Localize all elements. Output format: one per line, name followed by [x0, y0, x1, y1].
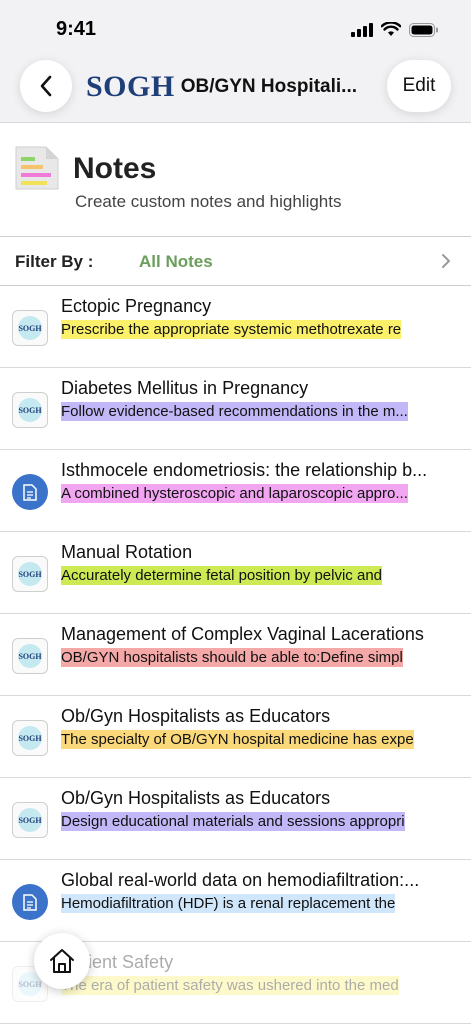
sogh-icon: SOGH — [12, 638, 48, 674]
document-icon — [12, 884, 48, 920]
filter-value[interactable]: All Notes — [139, 252, 213, 272]
status-time: 9:41 — [56, 18, 97, 40]
nav-title-text: OB/GYN Hospitali... — [180, 76, 358, 97]
sogh-icon: SOGH — [12, 392, 48, 428]
page-subtitle: Create custom notes and highlights — [75, 192, 342, 211]
chevron-right-icon — [442, 254, 450, 268]
nav-title: SOGH OB/GYN Hospitali... — [86, 70, 376, 104]
note-title: Manual Rotation — [61, 542, 193, 562]
note-snippet: Hemodiafiltration (HDF) is a renal repla… — [61, 894, 396, 913]
note-snippet: Design educational materials and session… — [61, 812, 405, 831]
home-button[interactable] — [34, 933, 90, 989]
note-row[interactable]: SOGH Ectopic Pregnancy Prescribe the app… — [0, 286, 471, 368]
note-row[interactable]: SOGH Ob/Gyn Hospitalists as Educators De… — [0, 778, 471, 860]
note-title: Ob/Gyn Hospitalists as Educators — [61, 706, 331, 726]
note-snippet: The specialty of OB/GYN hospital medicin… — [61, 730, 414, 749]
note-row[interactable]: SOGH Diabetes Mellitus in Pregnancy Foll… — [0, 368, 471, 450]
note-row[interactable]: SOGH Ob/Gyn Hospitalists as Educators Th… — [0, 696, 471, 778]
chevron-left-icon — [40, 75, 52, 97]
filter-row[interactable]: Filter By : All Notes — [0, 237, 471, 286]
note-snippet: OB/GYN hospitalists should be able to:De… — [61, 648, 403, 667]
battery-icon — [409, 22, 438, 37]
wifi-icon — [381, 22, 401, 36]
notes-icon — [15, 146, 59, 190]
sogh-icon: SOGH — [12, 720, 48, 756]
navigation-bar: SOGH OB/GYN Hospitali... Edit — [0, 60, 471, 123]
note-snippet: Follow evidence-based recommendations in… — [61, 402, 408, 421]
note-row[interactable]: SOGH Manual Rotation Accurately determin… — [0, 532, 471, 614]
status-bar: 9:41 — [0, 0, 471, 60]
note-title: Ob/Gyn Hospitalists as Educators — [61, 788, 331, 808]
note-title: Ectopic Pregnancy — [61, 296, 212, 316]
back-button[interactable] — [20, 60, 72, 112]
cellular-signal-icon — [351, 22, 373, 37]
filter-label: Filter By : — [15, 252, 94, 271]
status-icons — [351, 22, 439, 37]
note-title: Isthmocele endometriosis: the relationsh… — [61, 460, 428, 480]
notes-list: SOGH Ectopic Pregnancy Prescribe the app… — [0, 286, 471, 1024]
note-title: Patient Safety — [61, 952, 174, 972]
notes-header: Notes Create custom notes and highlights — [0, 123, 471, 237]
sogh-icon: SOGH — [12, 556, 48, 592]
note-title: Global real-world data on hemodiafiltrat… — [61, 870, 420, 890]
page-title: Notes — [73, 152, 157, 185]
note-title: Management of Complex Vaginal Laceration… — [61, 624, 424, 644]
note-snippet: A combined hysteroscopic and laparoscopi… — [61, 484, 408, 503]
sogh-logo: SOGH — [86, 70, 175, 103]
note-title: Diabetes Mellitus in Pregnancy — [61, 378, 309, 398]
sogh-icon: SOGH — [12, 802, 48, 838]
note-snippet: Accurately determine fetal position by p… — [61, 566, 383, 585]
note-row[interactable]: Global real-world data on hemodiafiltrat… — [0, 860, 471, 942]
note-snippet: The era of patient safety was ushered in… — [61, 976, 399, 995]
note-snippet: Prescribe the appropriate systemic metho… — [61, 320, 402, 339]
note-row[interactable]: SOGH Management of Complex Vaginal Lacer… — [0, 614, 471, 696]
home-icon — [50, 949, 74, 973]
note-row[interactable]: Isthmocele endometriosis: the relationsh… — [0, 450, 471, 532]
document-icon — [12, 474, 48, 510]
sogh-icon: SOGH — [12, 310, 48, 346]
edit-button[interactable]: Edit — [387, 60, 451, 112]
